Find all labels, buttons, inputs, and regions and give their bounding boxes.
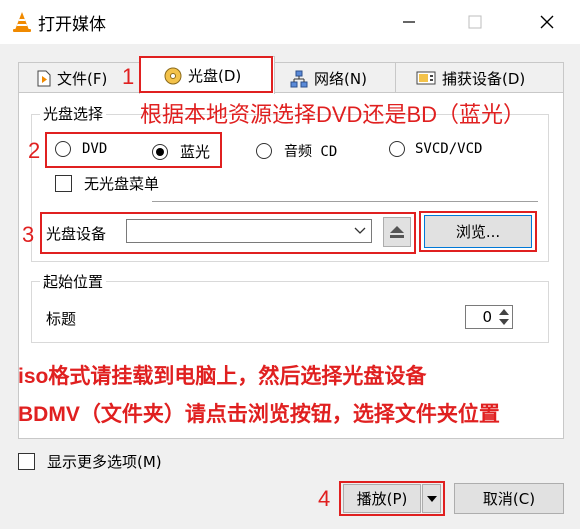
tab-disc-highlight — [139, 56, 273, 93]
radio-dvd-indicator[interactable] — [55, 141, 71, 157]
annotation-line-1: iso格式请挂载到电脑上，然后选择光盘设备 — [18, 365, 427, 388]
browse-button[interactable]: 浏览... — [424, 215, 532, 248]
minimize-button[interactable] — [380, 0, 438, 44]
play-dropdown-button[interactable] — [422, 484, 441, 513]
radio-dvd[interactable]: DVD — [55, 141, 107, 157]
radio-audio-cd[interactable]: 音频 CD — [256, 141, 337, 161]
eject-button[interactable] — [383, 217, 411, 247]
annotation-marker-3: 3 — [22, 222, 35, 247]
title-spinbox[interactable]: 0 — [465, 305, 513, 329]
title-spinbox-value: 0 — [482, 308, 492, 326]
capture-icon — [416, 71, 436, 84]
annotation-marker-4: 4 — [318, 486, 331, 511]
spin-up-icon[interactable] — [498, 308, 510, 316]
radio-dvd-label: DVD — [82, 141, 108, 157]
annotation-marker-2: 2 — [28, 138, 41, 163]
tab-file-label: 文件(F) — [57, 70, 108, 88]
window-title: 打开媒体 — [38, 15, 106, 35]
cancel-button-label: 取消(C) — [482, 490, 536, 508]
dropdown-arrow-icon — [426, 495, 437, 502]
separator-line — [152, 201, 538, 202]
annotation-line-2: BDMV（文件夹）请点击浏览按钮，选择文件夹位置 — [18, 403, 500, 426]
cancel-button[interactable]: 取消(C) — [454, 483, 564, 514]
radio-audio-cd-label: 音频 CD — [284, 144, 338, 160]
maximize-button[interactable] — [446, 0, 504, 44]
tab-capture-label: 捕获设备(D) — [442, 70, 526, 88]
eject-icon — [390, 226, 404, 238]
file-icon — [37, 70, 51, 87]
browse-button-label: 浏览... — [455, 223, 501, 241]
no-disc-menu-checkbox-box[interactable] — [55, 175, 72, 192]
tab-network-label: 网络(N) — [314, 70, 367, 88]
more-options-checkbox[interactable]: 显示更多选项(M) — [18, 451, 162, 472]
vlc-cone-icon — [13, 12, 31, 32]
radio-audio-cd-indicator[interactable] — [256, 143, 272, 159]
annotation-top: 根据本地资源选择DVD还是BD（蓝光） — [140, 102, 526, 127]
radio-svcd-vcd[interactable]: SVCD/VCD — [389, 141, 482, 157]
spin-down-icon[interactable] — [498, 318, 510, 326]
disc-device-label: 光盘设备 — [46, 225, 107, 243]
close-button[interactable] — [518, 0, 576, 44]
play-button-label: 播放(P) — [356, 490, 408, 508]
tab-capture[interactable]: 捕获设备(D) — [395, 62, 564, 94]
disc-device-dropdown[interactable] — [126, 219, 372, 243]
radio-svcd-vcd-label: SVCD/VCD — [415, 141, 483, 157]
radio-bluray-label: 蓝光 — [180, 143, 211, 161]
start-position-legend: 起始位置 — [40, 271, 107, 292]
network-icon — [290, 70, 308, 87]
dropdown-arrow-icon — [354, 227, 366, 234]
maximize-icon — [468, 15, 482, 29]
minimize-icon — [403, 21, 415, 23]
disc-selection-legend: 光盘选择 — [40, 103, 107, 124]
title-label: 标题 — [46, 310, 77, 328]
radio-svcd-vcd-indicator[interactable] — [389, 141, 405, 157]
tab-network[interactable]: 网络(N) — [273, 62, 397, 94]
no-disc-menu-checkbox[interactable]: 无光盘菜单 — [55, 173, 159, 194]
play-button[interactable]: 播放(P) — [343, 484, 421, 513]
no-disc-menu-label: 无光盘菜单 — [84, 175, 160, 193]
radio-bluray[interactable]: 蓝光 — [152, 141, 210, 162]
annotation-marker-1: 1 — [122, 64, 135, 89]
radio-bluray-indicator[interactable] — [152, 143, 168, 160]
close-icon — [540, 15, 554, 29]
more-options-label: 显示更多选项(M) — [47, 453, 162, 471]
more-options-checkbox-box[interactable] — [18, 453, 35, 470]
